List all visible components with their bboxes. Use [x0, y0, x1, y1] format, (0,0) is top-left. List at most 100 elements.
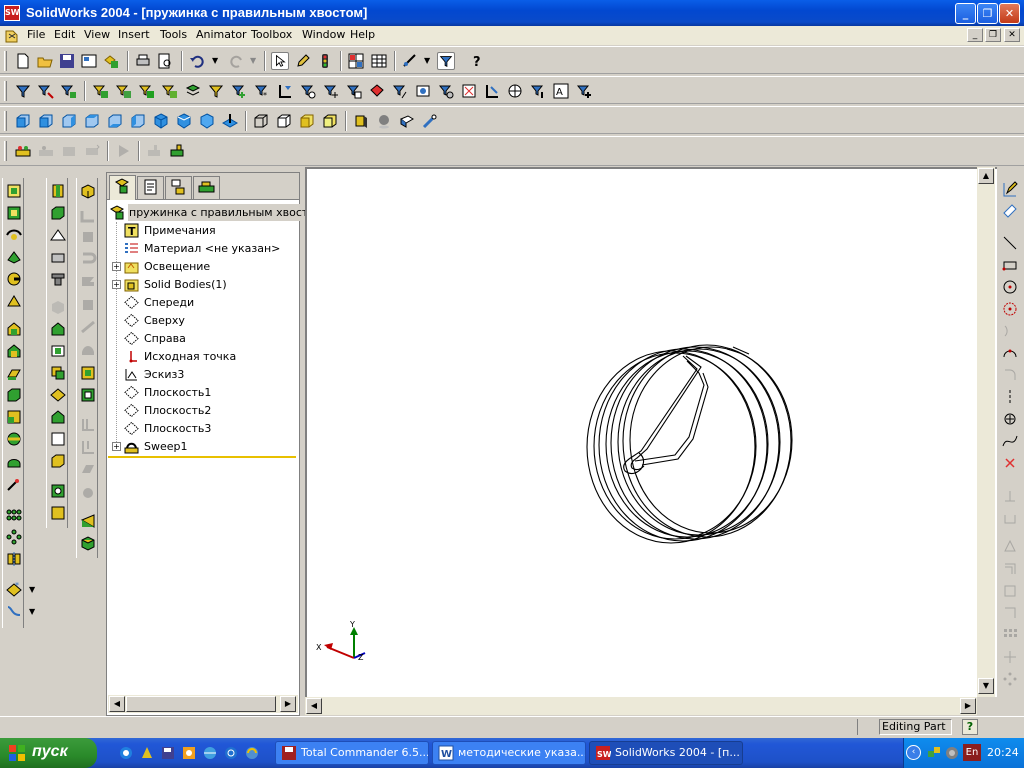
make-drawing-icon[interactable]: [80, 52, 98, 70]
options-grid-icon[interactable]: [347, 52, 365, 70]
select-arrow-icon[interactable]: [271, 52, 289, 70]
start-button[interactable]: пуск: [0, 738, 97, 768]
flatten-icon[interactable]: [79, 364, 97, 382]
table-icon[interactable]: [370, 52, 388, 70]
filter-icon[interactable]: [437, 52, 455, 70]
edge-flange-icon[interactable]: [79, 228, 97, 246]
revolved-boss-icon[interactable]: [5, 204, 23, 222]
helix-icon[interactable]: [5, 270, 23, 288]
new-document-icon[interactable]: [14, 52, 32, 70]
language-indicator[interactable]: En: [963, 744, 981, 761]
quicklaunch-outlook-icon[interactable]: [223, 745, 239, 761]
menu-animator[interactable]: Animator: [196, 28, 247, 41]
linear-pattern-icon[interactable]: [5, 506, 23, 524]
print-preview-icon[interactable]: [156, 52, 174, 70]
document-icon[interactable]: [4, 28, 20, 43]
sketch-linear-pattern-icon[interactable]: [1001, 604, 1019, 622]
view-right-icon[interactable]: [83, 112, 101, 130]
toggle-filter-icon[interactable]: [14, 82, 32, 100]
filter-sketch-segments-icon[interactable]: [184, 82, 202, 100]
play-icon[interactable]: [114, 142, 132, 160]
hem-icon[interactable]: [79, 250, 97, 268]
flex-icon[interactable]: [49, 270, 67, 288]
view-top-icon[interactable]: [106, 112, 124, 130]
graphics-horizontal-scrollbar[interactable]: ◀ ▶: [305, 697, 977, 715]
close-button[interactable]: ✕: [999, 3, 1020, 24]
animator-timeline-icon[interactable]: [14, 142, 32, 160]
no-bends-icon[interactable]: [79, 386, 97, 404]
scroll-right-button[interactable]: ▶: [280, 696, 296, 712]
animator-explode-icon[interactable]: [60, 142, 78, 160]
menu-tools[interactable]: Tools: [160, 28, 187, 41]
view-trimetric-icon[interactable]: [175, 112, 193, 130]
tangent-arc-icon[interactable]: [1001, 322, 1019, 340]
dome-feature-icon[interactable]: [49, 248, 67, 266]
menu-help[interactable]: Help: [350, 28, 375, 41]
undo-icon[interactable]: [188, 52, 206, 70]
add-relation-icon[interactable]: [1001, 488, 1019, 506]
curves-icon[interactable]: [5, 602, 23, 620]
reference-dropdown-icon[interactable]: ▼: [29, 585, 35, 594]
rip-icon[interactable]: [79, 438, 97, 456]
menu-file[interactable]: File: [27, 28, 45, 41]
hidden-lines-icon[interactable]: [275, 112, 293, 130]
circular-pattern-icon[interactable]: [5, 528, 23, 546]
scroll-down-button[interactable]: ▼: [978, 678, 994, 694]
centerpoint-arc-icon[interactable]: [1001, 300, 1019, 318]
filter-gtol-icon[interactable]: [391, 82, 409, 100]
view-front-icon[interactable]: [14, 112, 32, 130]
tray-network-icon[interactable]: [926, 745, 942, 761]
expand-toggle[interactable]: +: [112, 442, 121, 451]
cosmetic-thread-icon[interactable]: [49, 504, 67, 522]
filter-datum-target-icon[interactable]: [437, 82, 455, 100]
tree-horizontal-scrollbar[interactable]: ◀ ▶: [108, 695, 298, 713]
display-relations-icon[interactable]: [1001, 510, 1019, 528]
wireframe-icon[interactable]: [252, 112, 270, 130]
extruded-cut-icon[interactable]: [5, 320, 23, 338]
doc-restore-button[interactable]: ❐: [985, 28, 1001, 42]
fillet-icon[interactable]: [5, 408, 23, 426]
doc-close-button[interactable]: ✕: [1004, 28, 1020, 42]
open-folder-icon[interactable]: [36, 52, 54, 70]
redo-dropdown-icon[interactable]: ▼: [250, 56, 256, 65]
filter-faces-icon[interactable]: [60, 82, 78, 100]
taskbar-task-total-commander[interactable]: Total Commander 6.5...: [275, 741, 429, 765]
filter-blocks-icon[interactable]: [483, 82, 501, 100]
tab-feature-manager[interactable]: [109, 175, 136, 200]
delete-body-icon[interactable]: [49, 430, 67, 448]
filter-center-marks-icon[interactable]: [230, 82, 248, 100]
expand-toggle[interactable]: +: [112, 262, 121, 271]
scroll-right-button[interactable]: ▶: [960, 698, 976, 714]
spline-icon[interactable]: [1001, 432, 1019, 450]
shaded-edges-icon[interactable]: [321, 112, 339, 130]
animator-record-icon[interactable]: [37, 142, 55, 160]
mirror-sketch-icon[interactable]: [1001, 538, 1019, 556]
minimize-button[interactable]: _: [955, 3, 976, 24]
smart-dimension-icon[interactable]: [1001, 202, 1019, 220]
loft-boss-icon[interactable]: [5, 248, 23, 266]
filter-sketch-points-icon[interactable]: [207, 82, 225, 100]
move-entities-icon[interactable]: [1001, 648, 1019, 666]
scroll-thumb[interactable]: [126, 696, 276, 712]
filter-notes-icon[interactable]: [345, 82, 363, 100]
tab-property-manager[interactable]: [137, 176, 164, 199]
sketched-bend-icon[interactable]: [79, 318, 97, 336]
filter-dowel-icon[interactable]: [506, 82, 524, 100]
maximize-button[interactable]: ❐: [977, 3, 998, 24]
offset-entities-icon[interactable]: [1001, 560, 1019, 578]
clock[interactable]: 20:24: [987, 746, 1019, 759]
view-back-icon[interactable]: [37, 112, 55, 130]
tray-expand-icon[interactable]: ‹: [906, 745, 921, 760]
scroll-left-button[interactable]: ◀: [109, 696, 125, 712]
graphics-area[interactable]: Y X Z: [305, 167, 997, 697]
solidworks-app-icon[interactable]: SW: [4, 5, 20, 21]
split-icon[interactable]: [49, 386, 67, 404]
filter-planes-icon[interactable]: [115, 82, 133, 100]
thicken-icon[interactable]: [49, 452, 67, 470]
filter-solid-bodies-icon[interactable]: [322, 82, 340, 100]
rollback-bar[interactable]: [108, 456, 296, 458]
title-bar[interactable]: SW SolidWorks 2004 - [пружинка с правиль…: [0, 0, 1024, 26]
help-icon[interactable]: ?: [468, 52, 486, 70]
filter-routing-icon[interactable]: A: [552, 82, 570, 100]
rib-icon[interactable]: [49, 182, 67, 200]
